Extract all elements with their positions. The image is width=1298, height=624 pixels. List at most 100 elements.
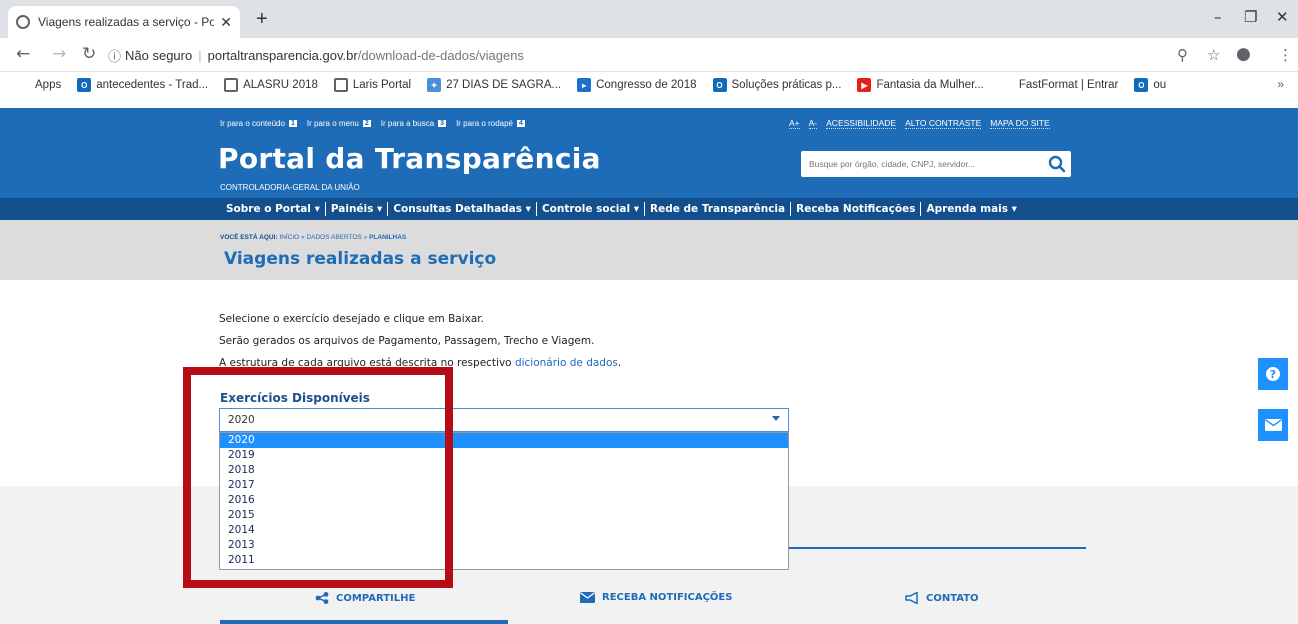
email-button[interactable]	[1258, 409, 1288, 441]
security-label: Não seguro	[125, 47, 193, 63]
address-bar-row: ← → ↻ ⓘ Não seguro | portaltransparencia…	[0, 38, 1298, 72]
search-icon	[1048, 155, 1066, 173]
fastformat-icon: ❯	[1003, 80, 1011, 90]
svg-text:?: ?	[1270, 368, 1276, 381]
accessibility-shortcuts: Ir para o conteúdo 1 Ir para o menu 2 Ir p…	[220, 119, 535, 128]
data-dictionary-link[interactable]: dicionário de dados	[515, 357, 618, 369]
browser-tab-bar: Viagens realizadas a serviço - Po ✕ + – …	[0, 0, 1298, 38]
nav-aprenda-mais[interactable]: Aprenda mais ▾	[920, 202, 1021, 216]
bookmark-label: FastFormat | Entrar	[1018, 79, 1119, 91]
outlook-icon: O	[77, 78, 92, 92]
minimize-icon[interactable]: –	[1214, 8, 1222, 26]
high-contrast-link[interactable]: ALTO CONTRASTE	[905, 118, 982, 129]
forward-icon[interactable]: →	[52, 44, 66, 64]
bookmark-label: Apps	[35, 79, 62, 91]
shortcut-key: 3	[438, 120, 447, 127]
bookmarks-bar: ⁞⁞ Apps Oantecedentes - Trad... ALASRU 20…	[0, 72, 1298, 98]
outlook-icon: O	[1134, 78, 1149, 92]
breadcrumb-path[interactable]: INÍCIO » DADOS ABERTOS »	[279, 234, 369, 241]
close-window-icon[interactable]: ✕	[1276, 8, 1289, 26]
bookmark-item[interactable]: ▸ Congresso de 2018	[577, 78, 697, 92]
info-icon[interactable]: ⓘ	[108, 46, 121, 65]
chevron-down-icon	[772, 416, 780, 421]
breadcrumb: VOCÊ ESTÁ AQUI: INÍCIO » DADOS ABERTOS »…	[220, 234, 406, 241]
search-button[interactable]	[1047, 154, 1067, 174]
tab-title: Viagens realizadas a serviço - Po	[38, 15, 215, 29]
bookmark-label: antecedentes - Trad...	[96, 79, 209, 91]
megaphone-icon	[905, 592, 918, 604]
globe-icon	[224, 78, 239, 92]
omnibox[interactable]: ⓘ Não seguro | portaltransparencia.gov.b…	[108, 42, 1263, 68]
search-input[interactable]	[809, 151, 1039, 177]
bookmarks-overflow-button[interactable]: »	[1277, 77, 1284, 91]
bookmark-item[interactable]: ALASRU 2018	[224, 78, 318, 92]
shortcut-key: 4	[517, 120, 525, 127]
url-path: /download-de-dados/viagens	[357, 47, 524, 63]
blue-square-icon: ▸	[577, 78, 592, 92]
skip-to-menu-link[interactable]: Ir para o menu 2	[307, 119, 371, 128]
notifications-link[interactable]: RECEBA NOTIFICAÇÕES	[580, 592, 732, 603]
share-link[interactable]: COMPARTILHE	[315, 592, 415, 604]
contact-link[interactable]: CONTATO	[905, 592, 979, 604]
bookmark-item[interactable]: Oantecedentes - Trad...	[77, 78, 208, 92]
bookmark-star-icon[interactable]: ☆	[1207, 46, 1220, 64]
bookmark-item[interactable]: Oou	[1134, 78, 1166, 92]
font-increase-link[interactable]: A+	[789, 118, 800, 129]
portal-title[interactable]: Portal da Transparência	[218, 142, 601, 175]
shortcut-key: 2	[362, 120, 371, 127]
bookmark-item[interactable]: Laris Portal	[333, 78, 412, 92]
profile-icon[interactable]: ●	[1236, 44, 1251, 64]
skip-to-footer-link[interactable]: Ir para o rodapé 4	[456, 119, 525, 128]
structure-text-suffix: .	[617, 357, 622, 369]
grid-logo-icon: ✦	[427, 78, 442, 92]
page-title: Viagens realizadas a serviço	[224, 249, 497, 269]
skip-to-search-link[interactable]: Ir para a busca 3	[381, 119, 447, 128]
back-icon[interactable]: ←	[16, 44, 30, 64]
question-icon: ?	[1266, 367, 1280, 381]
bookmark-item[interactable]: ❯ FastFormat | Entrar	[1000, 78, 1119, 92]
restore-icon[interactable]: ❐	[1244, 8, 1257, 26]
menu-kebab-icon[interactable]: ⋮	[1278, 46, 1293, 64]
shortcut-label: Ir para o menu	[306, 119, 359, 128]
utility-links: A+ A- ACESSIBILIDADE ALTO CONTRASTE MAPA…	[789, 118, 1059, 129]
sitemap-link[interactable]: MAPA DO SITE	[990, 118, 1050, 129]
share-label: COMPARTILHE	[336, 592, 416, 604]
globe-icon	[16, 15, 30, 29]
nav-paineis[interactable]: Painéis ▾	[324, 202, 387, 216]
shortcut-label: Ir para o conteúdo	[220, 119, 285, 128]
bookmark-label: Fantasia da Mulher...	[876, 79, 984, 91]
bookmark-item[interactable]: O Soluções práticas p...	[712, 78, 841, 92]
breadcrumb-current: PLANILHAS	[369, 234, 407, 241]
bookmark-item[interactable]: ✦ 27 DIAS DE SAGRA...	[427, 78, 561, 92]
nav-receba-notificacoes[interactable]: Receba Notificações	[790, 202, 920, 216]
help-button[interactable]: ?	[1258, 358, 1288, 390]
close-tab-icon[interactable]: ✕	[220, 14, 232, 31]
bookmark-label: Laris Portal	[352, 79, 412, 91]
nav-sobre-o-portal[interactable]: Sobre o Portal ▾	[226, 202, 325, 216]
zoom-icon[interactable]: ⚲	[1177, 46, 1188, 64]
files-text: Serão gerados os arquivos de Pagamento, …	[219, 335, 595, 347]
bookmark-label: ALASRU 2018	[243, 79, 318, 91]
bookmark-label: 27 DIAS DE SAGRA...	[446, 79, 562, 91]
outlook-icon: O	[712, 78, 727, 92]
font-decrease-link[interactable]: A-	[808, 118, 818, 129]
red-highlight-annotation	[183, 367, 453, 588]
bookmark-apps[interactable]: ⁞⁞ Apps	[16, 78, 61, 92]
new-tab-button[interactable]: +	[256, 8, 268, 31]
instruction-text: Selecione o exercício desejado e clique …	[219, 313, 484, 325]
nav-consultas-detalhadas[interactable]: Consultas Detalhadas ▾	[387, 202, 536, 216]
envelope-icon	[580, 592, 595, 603]
accessibility-link[interactable]: ACESSIBILIDADE	[826, 118, 897, 129]
nav-rede-de-transparencia[interactable]: Rede de Transparência	[644, 202, 790, 216]
breadcrumb-band: VOCÊ ESTÁ AQUI: INÍCIO » DADOS ABERTOS »…	[0, 220, 1298, 280]
url-host: portaltransparencia.gov.br	[207, 47, 358, 63]
bookmark-item[interactable]: ▶ Fantasia da Mulher...	[857, 78, 984, 92]
skip-to-content-link[interactable]: Ir para o conteúdo 1	[220, 119, 297, 128]
reload-icon[interactable]: ↻	[82, 44, 96, 64]
envelope-icon	[1264, 419, 1282, 431]
share-icon	[315, 592, 329, 604]
browser-tab[interactable]: Viagens realizadas a serviço - Po ✕	[8, 6, 240, 38]
apps-grid-icon: ⁞⁞	[20, 80, 26, 90]
shortcut-label: Ir para o rodapé	[456, 119, 513, 128]
nav-controle-social[interactable]: Controle social ▾	[535, 202, 644, 216]
